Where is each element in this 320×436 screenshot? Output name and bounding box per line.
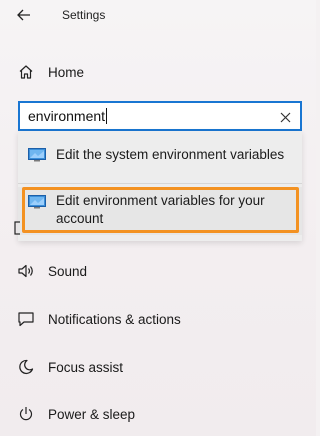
nav-item-label: Power & sleep [48,406,136,422]
suggestion-label: Edit the system environment variables [56,147,285,162]
nav-item-label: Sound [48,263,88,279]
suggestion-account-env-vars[interactable]: Edit environment variables for your acco… [18,187,302,235]
home-icon [16,62,36,82]
close-icon [280,112,291,123]
nav-item-label: Home [48,64,85,80]
search-input[interactable]: environment [28,108,108,124]
clear-search-button[interactable] [276,108,294,126]
back-arrow-icon [17,9,31,21]
monitor-icon [28,148,46,162]
nav-item-notifications[interactable]: Notifications & actions [0,304,316,334]
search-input-value: environment [28,108,106,124]
notification-icon [16,309,36,329]
monitor-icon [28,195,46,209]
nav-item-label: Notifications & actions [48,311,181,327]
app-title: Settings [62,8,106,22]
power-icon [16,404,36,424]
nav-item-sound[interactable]: Sound [0,256,316,286]
suggestion-label: Edit environment variables for your acco… [56,193,265,226]
text-caret [106,108,108,124]
back-button[interactable] [10,4,38,26]
title-bar: Settings [0,0,316,32]
nav-item-label: Focus assist [48,359,124,375]
nav-item-home[interactable]: Home [0,57,316,87]
partial-nav-icon [14,221,20,235]
search-field[interactable]: environment [18,101,302,131]
nav-item-focus-assist[interactable]: Focus assist [0,352,316,382]
speaker-icon [16,261,36,281]
settings-window: Settings Home environment Edit the syste… [0,0,316,436]
suggestion-system-env-vars[interactable]: Edit the system environment variables [18,131,302,179]
nav-item-power-sleep[interactable]: Power & sleep [0,399,316,429]
moon-icon [16,357,36,377]
search-suggestions: Edit the system environment variables Ed… [18,131,302,241]
divider [18,183,302,184]
